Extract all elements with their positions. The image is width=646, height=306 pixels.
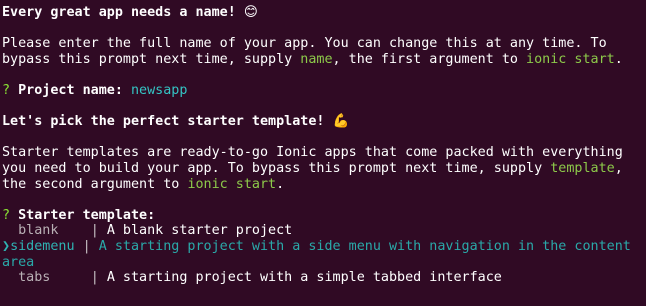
project-name-value[interactable]: newsapp: [131, 83, 187, 98]
app-name-description-line-1: Please enter the full name of your app. …: [2, 36, 607, 52]
option-description: A starting project with a side menu with…: [98, 238, 631, 254]
option-description: A blank starter project: [106, 223, 293, 239]
description-text: , the first argument to: [332, 51, 527, 67]
template-option-sidemenu[interactable]: ❯sidemenu | A starting project with a si…: [2, 239, 646, 255]
terminal-window[interactable]: Every great app needs a name! 😊 Please e…: [0, 0, 646, 306]
template-heading: Let's pick the perfect starter template!…: [2, 114, 646, 130]
starter-template-label: Starter template:: [10, 207, 156, 223]
option-description: A starting project with a simple tabbed …: [106, 270, 502, 286]
ionic-start-code: ionic start: [526, 51, 615, 67]
question-mark-icon: ?: [2, 82, 11, 98]
template-heading-text: Let's pick the perfect starter template!: [2, 114, 333, 130]
option-name: blank: [18, 223, 59, 239]
app-name-heading-text: Every great app needs a name!: [2, 5, 244, 20]
starter-template-prompt: ? Starter template:: [2, 208, 646, 224]
template-option-tabs[interactable]: tabs | A starting project with a simple …: [2, 270, 646, 286]
template-description-line-3: the second argument to ionic start.: [2, 177, 646, 193]
description-text: .: [614, 51, 623, 67]
smile-emoji-icon: 😊: [243, 5, 258, 20]
option-name: tabs: [18, 270, 51, 286]
template-option-sidemenu-wrap: area: [2, 254, 35, 270]
description-text: you need to build your app. To bypass th…: [2, 160, 551, 176]
option-separator: |: [90, 270, 99, 286]
ionic-start-code: ionic start: [187, 176, 277, 192]
option-separator: |: [90, 223, 99, 239]
option-separator: |: [82, 238, 91, 254]
project-name-prompt[interactable]: ? Project name: newsapp: [2, 83, 646, 99]
name-argument-code: name: [300, 51, 333, 67]
question-mark-icon: ?: [2, 207, 11, 223]
template-argument-code: template: [550, 160, 615, 176]
app-name-heading: Every great app needs a name! 😊: [2, 5, 646, 21]
app-name-description-line-2: bypass this prompt next time, supply nam…: [2, 52, 646, 68]
template-description-line-1: Starter templates are ready-to-go Ionic …: [2, 145, 623, 161]
description-text: bypass this prompt next time, supply: [2, 51, 301, 67]
description-text: ,: [614, 160, 623, 176]
flexed-biceps-emoji-icon: 💪: [332, 114, 350, 130]
template-option-blank[interactable]: blank | A blank starter project: [2, 223, 646, 239]
option-name: sidemenu: [10, 238, 75, 254]
description-text: the second argument to: [2, 176, 188, 192]
selection-pointer-icon: ❯: [2, 238, 11, 254]
description-text: .: [276, 176, 285, 192]
template-description-line-2: you need to build your app. To bypass th…: [2, 161, 646, 177]
project-name-label: Project name:: [10, 82, 131, 98]
